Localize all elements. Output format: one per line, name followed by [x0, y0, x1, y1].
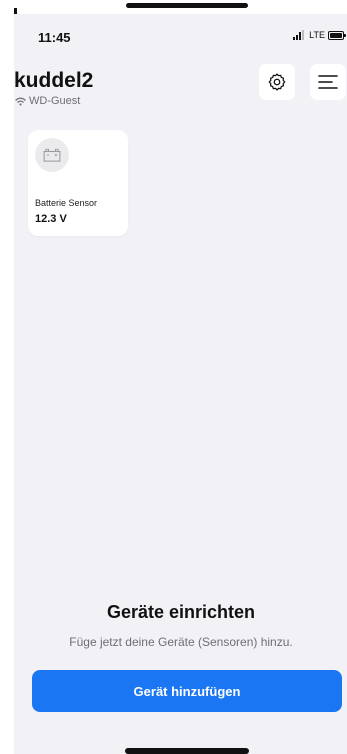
home-title: kuddel2 — [14, 69, 94, 92]
battery-sensor-icon — [43, 148, 61, 162]
wifi-network-name: WD-Guest — [29, 95, 81, 107]
settings-button[interactable] — [259, 64, 295, 100]
signal-strength-icon — [293, 30, 305, 40]
battery-icon — [328, 30, 346, 40]
device-card-batterie-sensor[interactable]: Batterie Sensor 12.3 V — [28, 130, 128, 236]
wifi-icon — [15, 97, 26, 106]
status-indicators: LTE — [293, 30, 346, 40]
status-bar: 11:45 LTE — [14, 14, 347, 58]
wifi-network-info: WD-Guest — [15, 95, 80, 107]
device-icon-container — [35, 138, 69, 172]
home-indicator — [125, 748, 249, 754]
network-type-label: LTE — [309, 30, 325, 40]
setup-title: Geräte einrichten — [106, 602, 256, 622]
top-bezel — [0, 0, 347, 14]
gear-icon — [268, 73, 286, 91]
status-time: 11:45 — [38, 30, 71, 45]
device-name: Batterie Sensor — [35, 198, 98, 208]
add-device-button[interactable]: Gerät hinzufügen — [32, 670, 342, 712]
device-value: 12.3 V — [35, 213, 67, 225]
setup-subtitle: Füge jetzt deine Geräte (Sensoren) hinzu… — [69, 635, 293, 649]
top-notch-bar — [126, 3, 248, 8]
menu-button[interactable] — [310, 64, 346, 100]
hamburger-menu-icon — [318, 75, 338, 89]
app-screen: 11:45 LTE kuddel2 WD-Guest Batterie Sens… — [14, 14, 347, 754]
